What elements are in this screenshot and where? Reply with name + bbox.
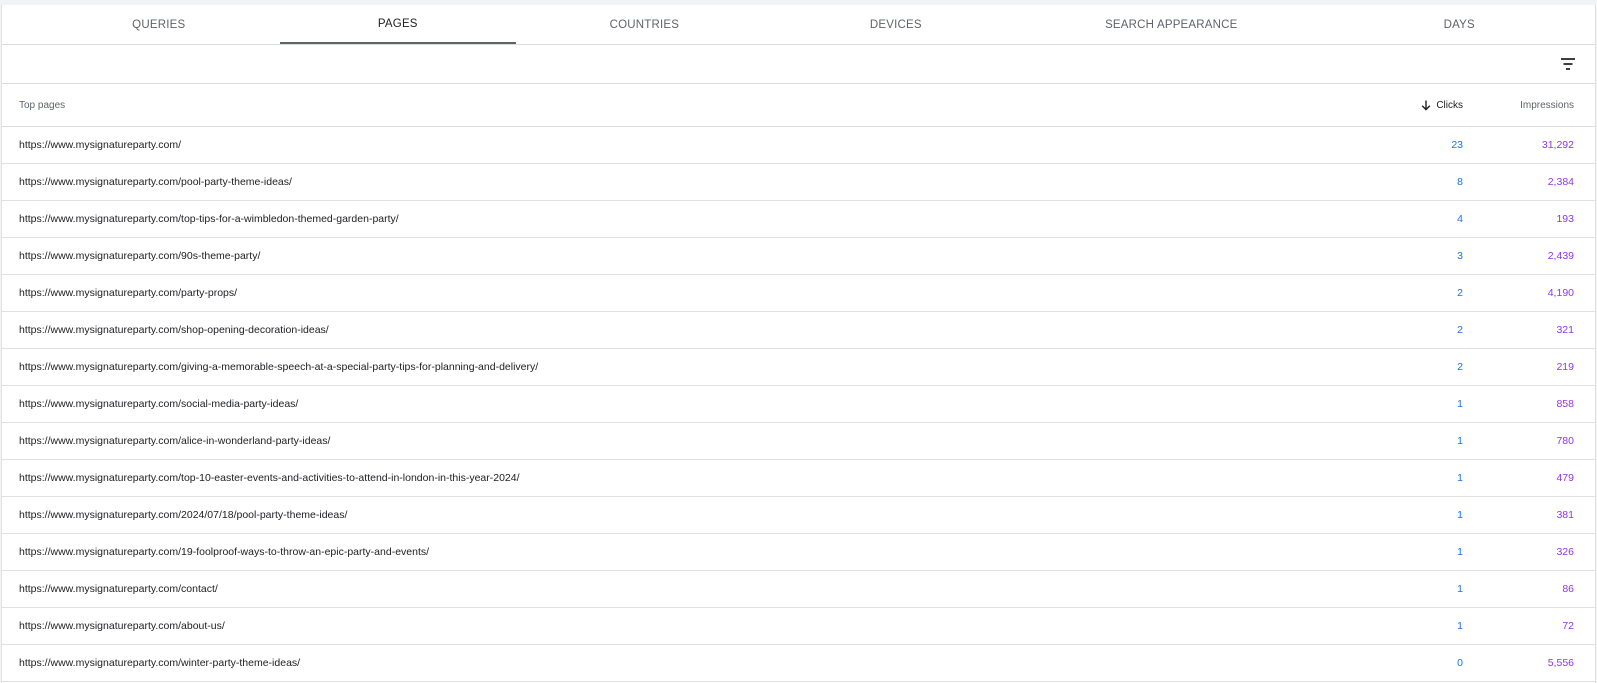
column-header-clicks-label: Clicks <box>1436 99 1463 111</box>
clicks-value: 1 <box>1457 398 1463 410</box>
clicks-value: 2 <box>1457 361 1463 373</box>
impressions-value: 858 <box>1556 398 1574 410</box>
impressions-value: 86 <box>1562 583 1574 595</box>
clicks-value: 3 <box>1457 250 1463 262</box>
impressions-value: 5,556 <box>1547 657 1574 669</box>
impressions-value: 31,292 <box>1541 139 1574 151</box>
clicks-value: 0 <box>1457 657 1463 669</box>
table-row[interactable]: https://www.mysignatureparty.com/social-… <box>2 386 1595 423</box>
impressions-value: 2,439 <box>1547 250 1574 262</box>
page-url: https://www.mysignatureparty.com/shop-op… <box>19 324 329 336</box>
table-row[interactable]: https://www.mysignatureparty.com/giving-… <box>2 349 1595 386</box>
page-url: https://www.mysignatureparty.com/giving-… <box>19 361 539 373</box>
table-row[interactable]: https://www.mysignatureparty.com/23 31,29… <box>2 127 1595 164</box>
table-row[interactable]: https://www.mysignatureparty.com/90s-the… <box>2 238 1595 275</box>
table-row[interactable]: https://www.mysignatureparty.com/contact… <box>2 571 1595 608</box>
filter-bar <box>2 45 1595 84</box>
clicks-value: 1 <box>1457 620 1463 632</box>
clicks-value: 1 <box>1457 509 1463 521</box>
page-url: https://www.mysignatureparty.com/winter-… <box>19 657 301 669</box>
column-header-top-pages: Top pages <box>19 99 66 111</box>
table-header: Top pages Clicks Impressions <box>2 84 1595 127</box>
tab-search-appearance[interactable]: SEARCH APPEARANCE <box>1019 5 1323 44</box>
arrow-down-icon <box>1422 100 1431 111</box>
page-url: https://www.mysignatureparty.com/90s-the… <box>19 250 261 262</box>
column-header-clicks[interactable]: Clicks <box>1421 100 1463 111</box>
page-url: https://www.mysignatureparty.com/top-tip… <box>19 213 399 225</box>
tab-devices[interactable]: DEVICES <box>773 5 1020 44</box>
table-row[interactable]: https://www.mysignatureparty.com/2024/07… <box>2 497 1595 534</box>
clicks-value: 23 <box>1451 139 1463 151</box>
clicks-value: 2 <box>1457 287 1463 299</box>
impressions-value: 381 <box>1556 509 1574 521</box>
table-row[interactable]: https://www.mysignatureparty.com/party-p… <box>2 275 1595 312</box>
page-url: https://www.mysignatureparty.com/pool-pa… <box>19 176 292 188</box>
impressions-value: 321 <box>1556 324 1574 336</box>
impressions-value: 4,190 <box>1547 287 1574 299</box>
table-row[interactable]: https://www.mysignatureparty.com/pool-pa… <box>2 164 1595 201</box>
table-row[interactable]: https://www.mysignatureparty.com/winter-… <box>2 645 1595 682</box>
table-row[interactable]: https://www.mysignatureparty.com/top-tip… <box>2 201 1595 238</box>
filter-list-icon[interactable] <box>1560 56 1576 72</box>
table-row[interactable]: https://www.mysignatureparty.com/19-fool… <box>2 534 1595 571</box>
page-url: https://www.mysignatureparty.com/ <box>19 139 182 151</box>
page-url: https://www.mysignatureparty.com/top-10-… <box>19 472 520 484</box>
impressions-value: 193 <box>1556 213 1574 225</box>
page-url: https://www.mysignatureparty.com/2024/07… <box>19 509 348 521</box>
clicks-value: 1 <box>1457 583 1463 595</box>
clicks-value: 8 <box>1457 176 1463 188</box>
page-url: https://www.mysignatureparty.com/contact… <box>19 583 218 595</box>
page-url: https://www.mysignatureparty.com/about-u… <box>19 620 225 632</box>
impressions-value: 72 <box>1562 620 1574 632</box>
page-url: https://www.mysignatureparty.com/19-fool… <box>19 546 430 558</box>
table-row[interactable]: https://www.mysignatureparty.com/shop-op… <box>2 312 1595 349</box>
table-row[interactable]: https://www.mysignatureparty.com/alice-i… <box>2 423 1595 460</box>
impressions-value: 219 <box>1556 361 1574 373</box>
clicks-value: 4 <box>1457 213 1463 225</box>
table-row[interactable]: https://www.mysignatureparty.com/about-u… <box>2 608 1595 645</box>
page-url: https://www.mysignatureparty.com/party-p… <box>19 287 238 299</box>
clicks-value: 1 <box>1457 472 1463 484</box>
table-row[interactable]: https://www.mysignatureparty.com/top-10-… <box>2 460 1595 497</box>
impressions-value: 479 <box>1556 472 1574 484</box>
tab-queries[interactable]: QUERIES <box>2 5 280 44</box>
impressions-value: 326 <box>1556 546 1574 558</box>
impressions-value: 2,384 <box>1547 176 1574 188</box>
dimension-tabs: QUERIES PAGES COUNTRIES DEVICES SEARCH A… <box>2 5 1595 45</box>
tab-pages[interactable]: PAGES <box>279 5 517 44</box>
clicks-value: 1 <box>1457 435 1463 447</box>
impressions-value: 780 <box>1556 435 1574 447</box>
column-header-impressions[interactable]: Impressions <box>1520 100 1574 111</box>
page-url: https://www.mysignatureparty.com/alice-i… <box>19 435 331 447</box>
table-body: https://www.mysignatureparty.com/23 31,29… <box>2 127 1595 682</box>
tab-countries[interactable]: COUNTRIES <box>516 5 773 44</box>
clicks-value: 1 <box>1457 546 1463 558</box>
performance-panel: QUERIES PAGES COUNTRIES DEVICES SEARCH A… <box>1 5 1596 683</box>
tab-days[interactable]: DAYS <box>1324 5 1595 44</box>
page-url: https://www.mysignatureparty.com/social-… <box>19 398 299 410</box>
clicks-value: 2 <box>1457 324 1463 336</box>
